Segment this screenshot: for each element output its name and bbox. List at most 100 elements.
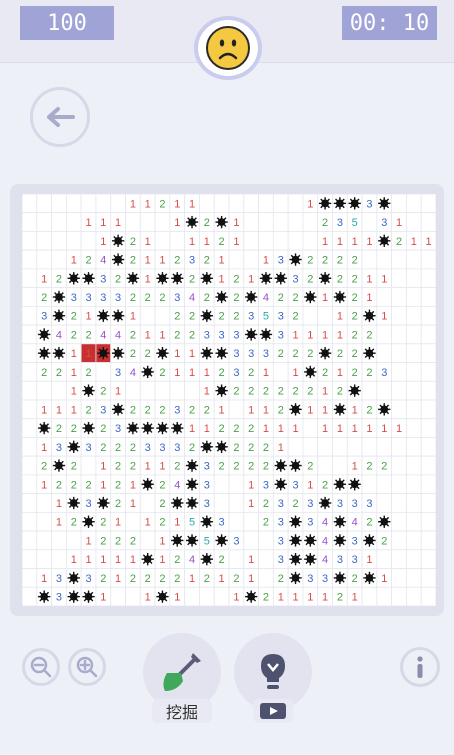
cell[interactable]: [213, 586, 230, 606]
cell[interactable]: [36, 530, 52, 551]
cell[interactable]: [376, 437, 393, 457]
minefield-grid[interactable]: 1121113111121235311211121111121112421123…: [22, 194, 436, 606]
cell[interactable]: [125, 511, 141, 532]
cell[interactable]: [22, 493, 38, 513]
cell[interactable]: [391, 305, 407, 326]
cell[interactable]: [406, 549, 422, 569]
cell[interactable]: [361, 474, 378, 495]
cell[interactable]: [139, 493, 156, 513]
cell[interactable]: [36, 493, 52, 513]
zoom-out-button[interactable]: [22, 648, 60, 686]
cell[interactable]: [22, 437, 38, 457]
cell[interactable]: [391, 549, 407, 569]
cell[interactable]: [420, 305, 436, 326]
cell[interactable]: [139, 305, 156, 326]
cell[interactable]: [213, 474, 230, 495]
cell[interactable]: [317, 305, 333, 326]
cell[interactable]: [125, 380, 141, 401]
cell[interactable]: [420, 399, 436, 420]
cell[interactable]: [154, 305, 171, 326]
cell[interactable]: [184, 380, 200, 401]
cell[interactable]: [361, 249, 378, 270]
cell[interactable]: [420, 362, 436, 382]
cell[interactable]: [22, 455, 38, 476]
cell[interactable]: [95, 194, 112, 214]
cell[interactable]: [406, 380, 422, 401]
cell[interactable]: [272, 362, 289, 382]
cell[interactable]: [406, 530, 422, 551]
cell[interactable]: [302, 437, 319, 457]
cell[interactable]: [287, 231, 304, 251]
cell[interactable]: [420, 287, 436, 307]
cell[interactable]: [184, 586, 200, 606]
cell[interactable]: [228, 474, 245, 495]
cell[interactable]: [22, 380, 38, 401]
cell[interactable]: [36, 511, 52, 532]
cell[interactable]: [361, 212, 378, 232]
cell[interactable]: [22, 212, 38, 232]
cell[interactable]: [302, 418, 319, 438]
cell[interactable]: [258, 530, 274, 551]
cell[interactable]: [376, 249, 393, 270]
cell[interactable]: [110, 194, 126, 214]
cell[interactable]: [243, 194, 259, 214]
cell[interactable]: [391, 249, 407, 270]
cell[interactable]: [272, 231, 289, 251]
cell[interactable]: [258, 549, 274, 569]
cell[interactable]: [125, 586, 141, 606]
reset-face-button[interactable]: [198, 20, 258, 76]
cell[interactable]: [51, 212, 67, 232]
cell[interactable]: [406, 343, 422, 363]
cell[interactable]: [287, 212, 304, 232]
cell[interactable]: [228, 194, 245, 214]
cell[interactable]: [65, 212, 82, 232]
cell[interactable]: [302, 212, 319, 232]
cell[interactable]: [406, 324, 422, 345]
cell[interactable]: [420, 455, 436, 476]
cell[interactable]: [287, 194, 304, 214]
cell[interactable]: [258, 568, 274, 588]
cell[interactable]: [95, 362, 112, 382]
cell[interactable]: [361, 380, 378, 401]
cell[interactable]: [272, 194, 289, 214]
cell[interactable]: [406, 362, 422, 382]
cell[interactable]: [139, 380, 156, 401]
cell[interactable]: [139, 530, 156, 551]
cell[interactable]: [391, 586, 407, 606]
cell[interactable]: [51, 549, 67, 569]
watch-video-badge[interactable]: [253, 699, 293, 723]
cell[interactable]: [376, 474, 393, 495]
cell[interactable]: [258, 194, 274, 214]
cell[interactable]: [376, 324, 393, 345]
cell[interactable]: [243, 530, 259, 551]
cell[interactable]: [391, 437, 407, 457]
cell[interactable]: [154, 231, 171, 251]
cell[interactable]: [391, 362, 407, 382]
cell[interactable]: [420, 437, 436, 457]
minefield-svg[interactable]: 1 1 2 1 1 1 31 1 1 1 2 1 2 3 5 3 11 2 1 1 1 2 1 1 1 1 1 2 1 11 2 4 2 1 1 2 3…: [22, 194, 436, 606]
cell[interactable]: [302, 231, 319, 251]
cell[interactable]: [406, 568, 422, 588]
cell[interactable]: [36, 380, 52, 401]
cell[interactable]: [406, 418, 422, 438]
cell[interactable]: [65, 194, 82, 214]
cell[interactable]: [391, 474, 407, 495]
cell[interactable]: [51, 194, 67, 214]
cell[interactable]: [406, 212, 422, 232]
cell[interactable]: [406, 493, 422, 513]
cell[interactable]: [199, 586, 215, 606]
cell[interactable]: [272, 212, 289, 232]
cell[interactable]: [22, 231, 38, 251]
cell[interactable]: [376, 287, 393, 307]
cell[interactable]: [391, 530, 407, 551]
cell[interactable]: [36, 212, 52, 232]
cell[interactable]: [154, 380, 171, 401]
cell[interactable]: [420, 380, 436, 401]
cell[interactable]: [80, 231, 97, 251]
cell[interactable]: [391, 455, 407, 476]
cell[interactable]: [199, 194, 215, 214]
cell[interactable]: [376, 343, 393, 363]
cell[interactable]: [406, 287, 422, 307]
cell[interactable]: [36, 249, 52, 270]
cell[interactable]: [258, 231, 274, 251]
